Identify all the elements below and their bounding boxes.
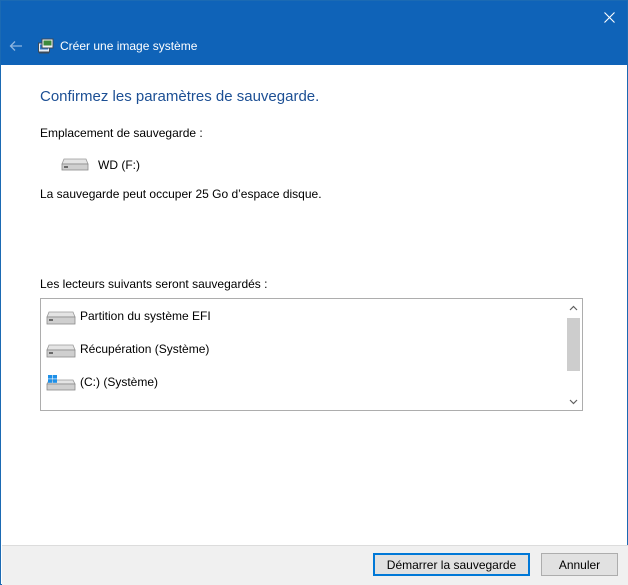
hard-drive-icon: [46, 344, 76, 358]
listbox-scrollbar[interactable]: [565, 299, 582, 410]
start-backup-button[interactable]: Démarrer la sauvegarde: [373, 553, 530, 576]
space-notice: La sauvegarde peut occuper 25 Go d’espac…: [40, 187, 322, 201]
close-icon: [603, 11, 615, 23]
list-item-label: (C:) (Système): [80, 375, 158, 389]
list-item-recovery[interactable]: Récupération (Système): [46, 339, 556, 361]
list-item-efi-partition[interactable]: Partition du système EFI: [46, 306, 556, 328]
footer-bar: Démarrer la sauvegarde Annuler: [2, 545, 628, 585]
back-arrow-icon: [9, 41, 22, 51]
drives-list-label: Les lecteurs suivants seront sauvegardés…: [40, 277, 268, 291]
chevron-up-icon: [569, 305, 578, 310]
list-item-label: Partition du système EFI: [80, 309, 211, 323]
hard-drive-icon: [61, 158, 89, 171]
back-button[interactable]: [7, 37, 25, 55]
backup-location-label: Emplacement de sauvegarde :: [40, 126, 203, 140]
list-item-c-drive[interactable]: (C:) (Système): [46, 372, 556, 394]
hard-drive-icon: [46, 311, 76, 325]
chevron-down-icon: [569, 399, 578, 404]
backup-drive-name: WD (F:): [98, 158, 140, 172]
scroll-down-button[interactable]: [565, 393, 582, 410]
scroll-up-button[interactable]: [565, 299, 582, 316]
scrollbar-thumb[interactable]: [567, 318, 580, 371]
backup-app-icon: [38, 38, 54, 54]
list-item-label: Récupération (Système): [80, 342, 210, 356]
wizard-window: Créer une image système Confirmez les pa…: [0, 0, 628, 585]
windows-drive-icon: [46, 375, 76, 391]
drives-listbox[interactable]: Partition du système EFI Récupération (S…: [40, 298, 583, 411]
cancel-button[interactable]: Annuler: [541, 553, 618, 576]
window-title: Créer une image système: [60, 39, 198, 53]
title-bar: Créer une image système: [1, 1, 627, 65]
close-button[interactable]: [597, 6, 621, 28]
page-heading: Confirmez les paramètres de sauvegarde.: [40, 88, 320, 105]
